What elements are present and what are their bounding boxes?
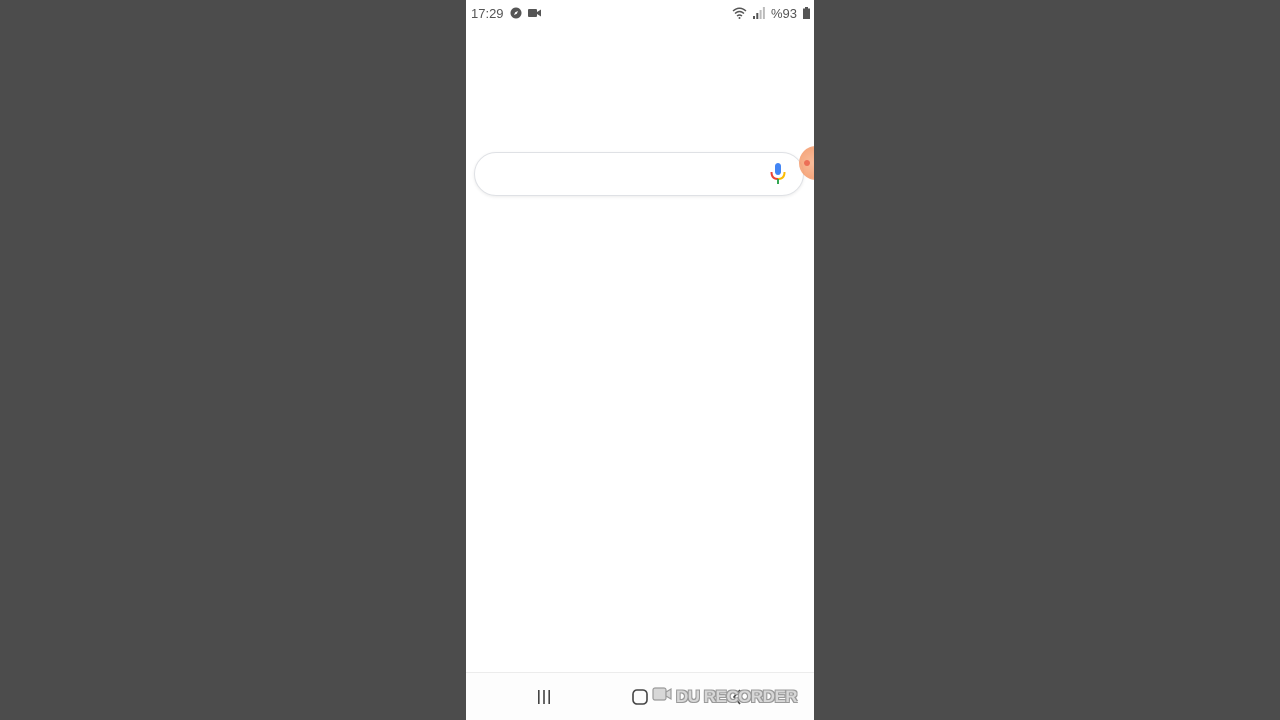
status-bar-right: %93 — [732, 6, 810, 21]
du-recorder-watermark: DU RECORDER — [652, 686, 798, 707]
status-bar: 17:29 %93 — [466, 0, 814, 26]
search-input[interactable] — [491, 153, 765, 197]
wifi-icon — [732, 7, 747, 19]
compass-icon — [510, 7, 522, 19]
record-dot-icon — [804, 160, 810, 166]
home-icon[interactable] — [632, 689, 648, 705]
signal-icon — [752, 7, 765, 19]
video-camera-icon — [527, 8, 541, 18]
battery-icon — [803, 7, 810, 19]
microphone-icon[interactable] — [767, 162, 789, 186]
status-bar-left: 17:29 — [471, 6, 541, 21]
battery-level: %93 — [770, 5, 797, 21]
phone-screen: 17:29 %93 DU RECORDER — [466, 0, 814, 720]
back-icon[interactable] — [730, 687, 744, 707]
video-recorder-icon — [652, 686, 672, 707]
status-time: 17:29 — [471, 5, 504, 21]
recents-icon[interactable] — [534, 687, 554, 707]
search-bar[interactable] — [474, 152, 804, 197]
navigation-bar: DU RECORDER — [466, 672, 814, 720]
